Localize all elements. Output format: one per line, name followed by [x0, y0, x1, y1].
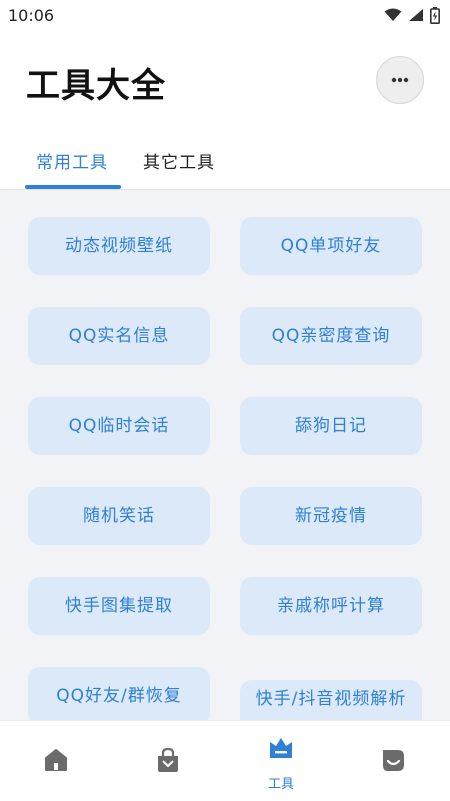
status-time: 10:06 [8, 5, 55, 25]
battery-icon [430, 6, 440, 24]
tool-button-qq-one-way-friend[interactable]: QQ单项好友 [240, 217, 422, 275]
tool-button-qq-friend-group-restore[interactable]: QQ好友/群恢复 [28, 667, 210, 720]
tools-icon [270, 738, 292, 758]
tool-button-covid-info[interactable]: 新冠疫情 [240, 487, 422, 545]
shopping-bag-icon [158, 747, 178, 772]
tab-common-tools[interactable]: 常用工具 [36, 148, 108, 173]
nav-item-home[interactable] [0, 721, 112, 801]
signal-icon [409, 9, 423, 21]
bottom-nav: 工具 [0, 720, 450, 800]
tool-list: 动态视频壁纸 QQ单项好友 QQ实名信息 QQ亲密度查询 QQ临时会话 舔狗日记… [0, 190, 450, 720]
tool-button-random-joke[interactable]: 随机笑话 [28, 487, 210, 545]
nav-item-shop[interactable] [112, 721, 224, 801]
status-bar: 10:06 [0, 0, 450, 30]
wifi-icon [384, 8, 402, 21]
home-icon [45, 749, 67, 771]
tool-button-kuaishou-album-extract[interactable]: 快手图集提取 [28, 577, 210, 635]
tool-button-qq-temp-chat[interactable]: QQ临时会话 [28, 397, 210, 455]
header: 工具大全 [0, 30, 450, 130]
tool-button-dynamic-wallpaper[interactable]: 动态视频壁纸 [28, 217, 210, 275]
nav-item-profile[interactable] [337, 721, 449, 801]
tool-grid: 动态视频壁纸 QQ单项好友 QQ实名信息 QQ亲密度查询 QQ临时会话 舔狗日记… [0, 190, 450, 720]
tab-active-indicator [25, 185, 121, 189]
tool-button-video-parse[interactable]: 快手/抖音视频解析 [240, 680, 422, 720]
profile-icon [383, 750, 404, 771]
tool-button-qq-intimacy-query[interactable]: QQ亲密度查询 [240, 307, 422, 365]
page-title: 工具大全 [26, 66, 166, 106]
tool-button-qq-realname-info[interactable]: QQ实名信息 [28, 307, 210, 365]
tool-button-relative-title-calc[interactable]: 亲戚称呼计算 [240, 577, 422, 635]
status-icons [384, 6, 440, 24]
tab-bar: 常用工具 其它工具 [0, 130, 450, 190]
nav-label-tools: 工具 [267, 777, 294, 792]
more-icon [391, 77, 409, 83]
more-button[interactable] [376, 56, 424, 104]
nav-item-tools[interactable]: 工具 [225, 721, 337, 801]
tool-button-lick-dog-diary[interactable]: 舔狗日记 [240, 397, 422, 455]
tab-other-tools[interactable]: 其它工具 [143, 148, 215, 173]
